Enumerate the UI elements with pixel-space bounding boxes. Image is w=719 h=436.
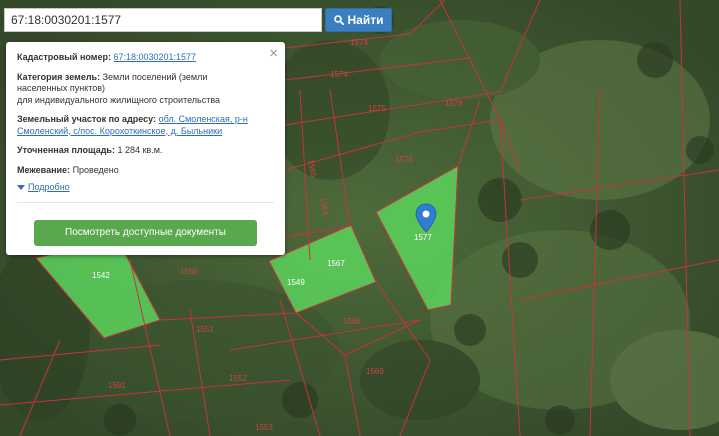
parcel-label: 1574: [330, 70, 348, 79]
details-toggle[interactable]: Подробно: [17, 182, 274, 194]
cadastral-label: Кадастровый номер:: [17, 52, 111, 62]
details-link[interactable]: Подробно: [28, 182, 70, 194]
category-row: Категория земель: Земли поселений (земли…: [17, 72, 274, 107]
divider: [17, 201, 274, 203]
search-input[interactable]: [4, 8, 322, 32]
parcel-info-popup: × Кадастровый номер: 67:18:0030201:1577 …: [6, 42, 285, 255]
parcel-label: 1550: [180, 267, 198, 276]
parcel-label: 1575: [368, 104, 386, 113]
parcel-label: 1568: [343, 317, 361, 326]
parcel-label: 1553: [255, 423, 273, 432]
search-button-label: Найти: [347, 13, 384, 27]
area-label: Уточненная площадь:: [17, 145, 115, 155]
parcel-label: 1542: [92, 271, 110, 280]
address-link[interactable]: обл. Смоленская, р-н: [159, 114, 248, 124]
search-button[interactable]: Найти: [325, 8, 392, 32]
category-label: Категория земель:: [17, 71, 101, 82]
category-value-line3: для индивидуального жилищного строительс…: [17, 94, 221, 105]
area-row: Уточненная площадь: 1 284 кв.м.: [17, 145, 274, 157]
survey-row: Межевание: Проведено: [17, 165, 274, 177]
close-icon[interactable]: ×: [269, 46, 278, 61]
parcel-label: 1574: [350, 38, 368, 47]
parcel-label: 1576: [395, 155, 413, 164]
address-row: Земельный участок по адресу: обл. Смолен…: [17, 114, 274, 137]
parcel-label: 1591: [108, 381, 126, 390]
parcel-label: 1569: [366, 367, 384, 376]
cadastral-link[interactable]: 67:18:0030201:1577: [113, 52, 196, 62]
survey-value: Проведено: [72, 164, 119, 175]
cadastral-row: Кадастровый номер: 67:18:0030201:1577: [17, 52, 274, 64]
address-label: Земельный участок по адресу:: [17, 114, 157, 124]
parcel-label: 1549: [287, 278, 305, 287]
parcel-label: 1578: [445, 99, 463, 108]
address-link-line2[interactable]: Смоленский, с/пос. Корохоткинское, д. Бы…: [17, 126, 222, 136]
area-value: 1 284 кв.м.: [117, 145, 163, 155]
parcel-label: 1552: [229, 374, 247, 383]
view-documents-button[interactable]: Посмотреть доступные документы: [34, 220, 257, 246]
parcel-label: 1551: [196, 325, 214, 334]
parcel-label: 1567: [327, 259, 345, 268]
survey-label: Межевание:: [17, 164, 71, 175]
parcel-label: 1577: [414, 233, 432, 242]
search-icon: [333, 15, 344, 25]
triangle-down-icon: [17, 185, 25, 191]
category-value: Земли поселений (земли: [102, 71, 208, 82]
category-value-line2: населенных пунктов): [17, 83, 106, 93]
